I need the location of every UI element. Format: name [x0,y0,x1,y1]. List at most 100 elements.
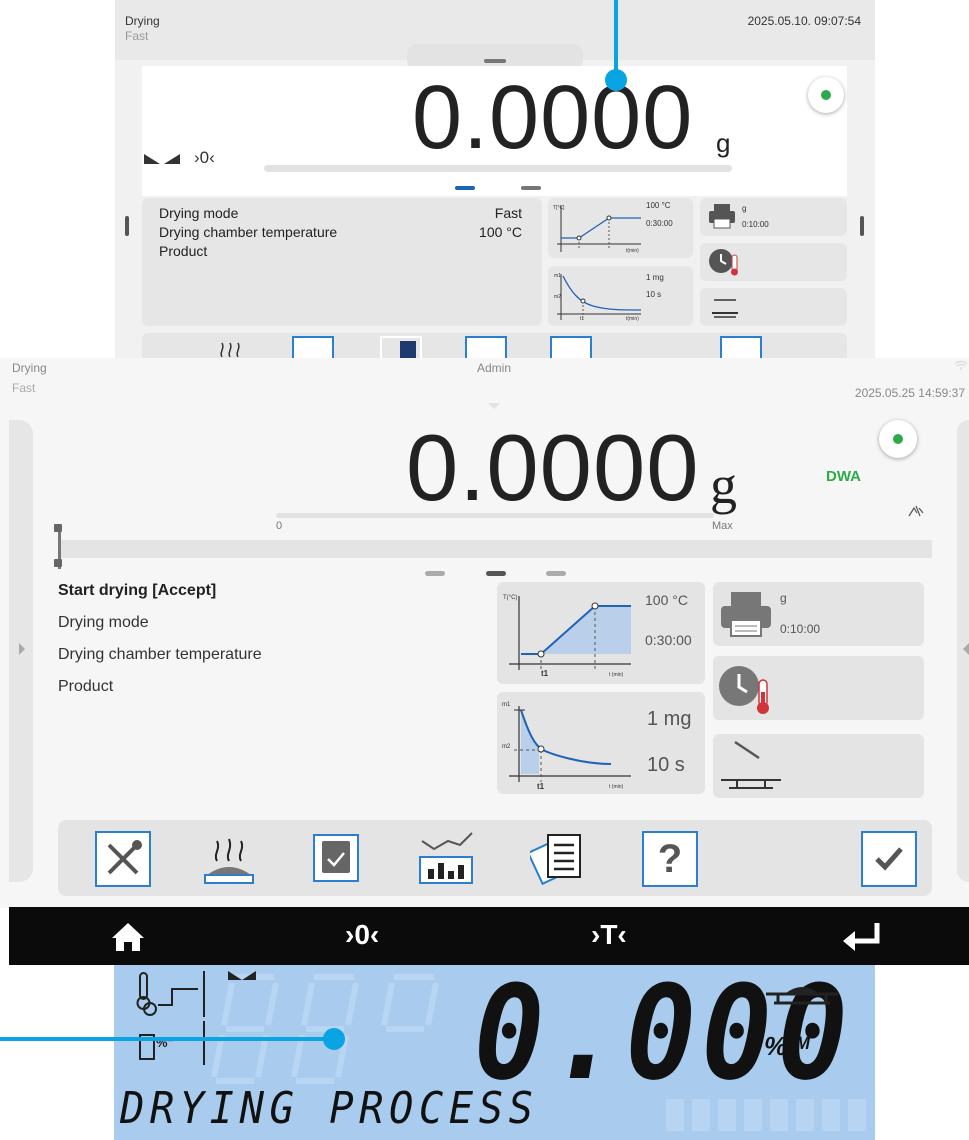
top-unit: g [716,128,731,158]
mid-printout-interval: 0:10:00 [780,622,821,636]
nav-bar: ›0‹ ›T‹ [9,907,969,965]
top-info-value: Fast [494,205,522,221]
accept-button[interactable] [861,831,917,887]
drying-icon [204,838,254,884]
reports-button[interactable] [380,336,422,358]
mid-mass-end-tile[interactable]: m1 m2 t1 t (min) 1 mg 10 s [497,692,705,794]
enter-icon[interactable] [841,919,883,953]
top-page-dot-active[interactable] [455,186,475,190]
drying-mode-item[interactable]: Drying mode [58,614,149,632]
top-temp-profile-tile[interactable]: T[°C] t(min) 100 °C 0:30:00 [548,198,693,258]
accept-button[interactable] [720,336,762,358]
top-temp-profile-chart [557,206,641,252]
mid-right-edge-panel[interactable] [957,420,969,882]
zero-button[interactable]: ›0‹ [345,919,379,951]
drying-button[interactable] [201,831,257,887]
mid-slider-track[interactable] [58,540,932,558]
top-stable-indicator[interactable] [808,77,844,113]
tools-icon [107,840,142,875]
mid-page-dot[interactable] [425,571,445,576]
mid-clock-temp-tile[interactable] [713,656,924,720]
top-mass-m1: m1 [554,273,561,279]
mid-mass-m1: m1 [502,702,511,708]
top-info-label: Drying chamber temperature [159,224,338,240]
mid-mass-x-axis: t (min) [609,784,624,790]
mid-mass-time: 10 s [647,754,685,776]
start-drying-item[interactable]: Start drying [Accept] [58,582,216,600]
top-temp-x-axis: t(min) [626,248,639,254]
mid-pan-tile[interactable] [713,734,924,798]
tare-button[interactable] [465,336,507,358]
mid-unit: g [710,455,737,515]
statistics-icon [419,832,473,884]
top-printout-unit: g [742,204,747,213]
top-weighing-area: 0.0000 g ›0‹ [142,66,847,196]
top-left-grip[interactable] [125,216,129,236]
pull-down-arrow-icon[interactable] [487,402,501,410]
top-reading: 0.0000 [412,68,694,168]
checkmark-icon [875,847,903,871]
top-printout-interval: 0:10:00 [742,220,769,229]
mid-stable-indicator[interactable] [879,420,917,458]
top-printout-tile[interactable]: g 0:10:00 [700,198,847,236]
drying-profile-icon [136,971,205,1017]
clock-thermometer-icon [719,666,769,714]
home-icon[interactable] [110,921,146,953]
mid-screen: Drying Fast Admin 2025.05.25 14:59:37 0.… [0,358,969,908]
top-temp-value: 100 °C [646,201,671,210]
reports-button[interactable] [526,831,586,887]
stop-button[interactable] [550,336,592,358]
statistics-button[interactable] [414,831,473,887]
top-toolbar [142,333,847,358]
mid-mass-end-chart [509,706,631,782]
mid-mode-subtitle: Fast [12,381,36,395]
mid-mass-value: 1 mg [647,708,692,730]
callout-line-bottom [0,1037,334,1041]
top-mass-end-chart [557,274,642,320]
top-mode-subtitle: Fast [125,29,149,43]
help-button[interactable]: ? [642,831,698,887]
mid-user: Admin [477,361,512,375]
mid-mass-m2: m2 [502,744,511,750]
database-button[interactable] [292,336,334,358]
mid-left-edge-panel[interactable] [9,420,33,882]
reports-icon [526,834,581,886]
product-item[interactable]: Product [58,678,113,696]
top-screen: Drying Fast 2025.05.10. 09:07:54 0.0000 … [115,0,875,358]
leveling-icon [908,505,924,517]
mid-temp-x-axis: t (min) [609,672,624,678]
mid-page-dot-active[interactable] [486,571,506,576]
mid-bar-min: 0 [276,520,283,532]
tare-button[interactable]: ›T‹ [591,919,627,951]
drying-icon[interactable] [216,337,244,357]
top-mass-x-axis: t(min) [626,316,639,322]
mid-capacity-bar [276,513,714,518]
top-page-dot[interactable] [521,186,541,190]
database-button[interactable] [308,831,364,887]
chevron-right-icon [19,643,25,655]
top-pan-tile[interactable] [700,288,847,326]
top-clock-temp-tile[interactable] [700,243,847,281]
database-icon [313,834,359,882]
printer-icon [721,592,771,637]
mid-temp-t1: t1 [541,669,549,678]
callout-dot-top [605,69,627,91]
settings-button[interactable] [95,831,151,887]
clock-thermometer-icon [709,249,738,276]
mid-printout-unit: g [780,591,787,605]
top-right-grip[interactable] [860,216,864,236]
mid-temp-profile-tile[interactable]: T(°C) t1 t (min) 100 °C 0:30:00 [497,582,705,684]
callout-line-top [614,0,618,80]
chevron-left-icon [963,643,969,655]
chamber-temperature-item[interactable]: Drying chamber temperature [58,646,262,664]
top-info-panel[interactable]: Drying mode Fast Drying chamber temperat… [142,198,542,326]
mid-page-dot[interactable] [546,571,566,576]
lcd-message: DRYING PROCESS [120,1083,539,1134]
top-mass-end-tile[interactable]: m1 m2 t1 t(min) 1 mg 10 s [548,266,693,326]
top-datetime: 2025.05.10. 09:07:54 [747,14,861,28]
lcd-pan-icon [766,987,838,1005]
lcd-display: %" 0.000 % ᴹ DRYING PROCESS [114,965,875,1140]
top-info-label: Product [159,243,208,259]
mid-temp-time: 0:30:00 [645,632,692,648]
mid-printout-tile[interactable]: g 0:10:00 [713,582,924,646]
